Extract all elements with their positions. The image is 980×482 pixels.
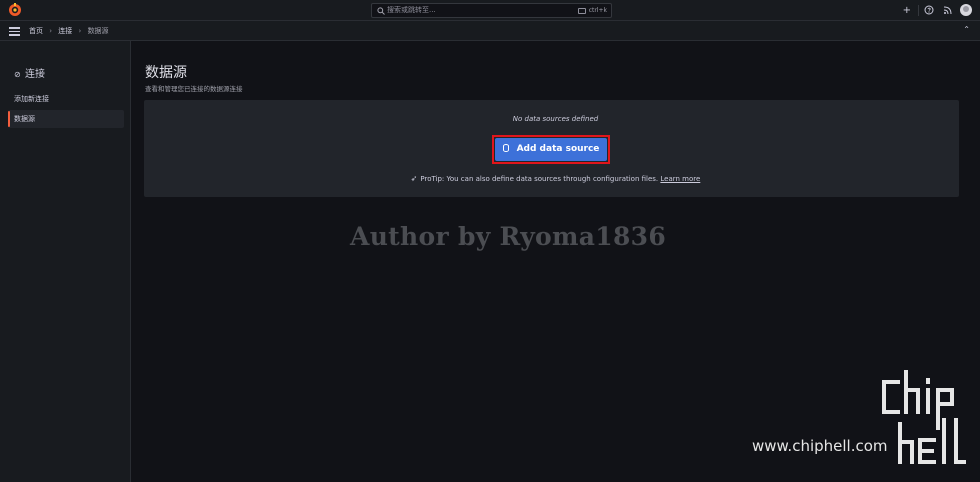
page-subtitle: 查看和管理您已连接的数据源连接 bbox=[145, 85, 243, 93]
breadcrumb-connections[interactable]: 连接 bbox=[58, 27, 72, 35]
learn-more-link[interactable]: Learn more bbox=[660, 175, 700, 183]
breadcrumb-bar: 首页 › 连接 › 数据源 ⌃ bbox=[0, 21, 980, 41]
grafana-logo[interactable] bbox=[8, 3, 22, 17]
chevron-right-icon: › bbox=[49, 27, 53, 35]
keyboard-shortcut-hint: ctrl+k bbox=[577, 6, 607, 15]
author-watermark: Author by Ryoma1836 bbox=[350, 222, 667, 251]
search-icon bbox=[377, 7, 385, 15]
divider bbox=[918, 5, 919, 16]
search-placeholder: 搜索或跳转至... bbox=[387, 6, 436, 14]
sidenav-item-data-sources[interactable]: 数据源 bbox=[8, 110, 124, 128]
help-icon[interactable] bbox=[924, 5, 934, 15]
section-sidenav: ⊘ 连接 添加新连接 数据源 bbox=[0, 41, 131, 482]
link-icon: ⊘ bbox=[14, 70, 21, 79]
main-content: 数据源 查看和管理您已连接的数据源连接 No data sources defi… bbox=[131, 41, 980, 482]
breadcrumb: 首页 › 连接 › 数据源 bbox=[29, 26, 109, 36]
shortcut-label: ctrl+k bbox=[588, 7, 607, 14]
empty-state-message: No data sources defined bbox=[512, 115, 599, 123]
search-input[interactable]: 搜索或跳转至... ctrl+k bbox=[371, 3, 612, 18]
user-avatar[interactable] bbox=[960, 4, 972, 16]
top-navbar: 搜索或跳转至... ctrl+k + ▾ bbox=[0, 0, 980, 28]
sidenav-title: ⊘ 连接 bbox=[14, 65, 45, 80]
keyboard-icon bbox=[577, 7, 586, 14]
new-menu-button[interactable]: + ▾ bbox=[902, 4, 911, 28]
site-url-watermark: www.chiphell.com bbox=[752, 437, 888, 455]
page-title: 数据源 bbox=[145, 65, 187, 81]
sidenav-item-add-connection[interactable]: 添加新连接 bbox=[8, 90, 124, 108]
rocket-icon: ➶ bbox=[410, 174, 418, 183]
add-data-source-label: Add data source bbox=[516, 144, 600, 154]
breadcrumb-current: 数据源 bbox=[87, 27, 109, 35]
chiphell-logo bbox=[882, 370, 966, 464]
add-data-source-button[interactable]: Add data source bbox=[495, 138, 607, 161]
breadcrumb-home[interactable]: 首页 bbox=[29, 27, 43, 35]
sidenav-title-label: 连接 bbox=[25, 69, 45, 80]
chevron-up-icon[interactable]: ⌃ bbox=[963, 25, 970, 34]
menu-toggle-icon[interactable] bbox=[9, 27, 20, 36]
news-feed-icon[interactable] bbox=[943, 5, 953, 15]
protip-text: ProTip: You can also define data sources… bbox=[420, 175, 659, 183]
protip: ➶ ProTip: You can also define data source… bbox=[131, 174, 980, 183]
database-icon bbox=[502, 144, 509, 152]
chevron-right-icon: › bbox=[78, 27, 82, 35]
plus-icon: + bbox=[902, 5, 911, 16]
